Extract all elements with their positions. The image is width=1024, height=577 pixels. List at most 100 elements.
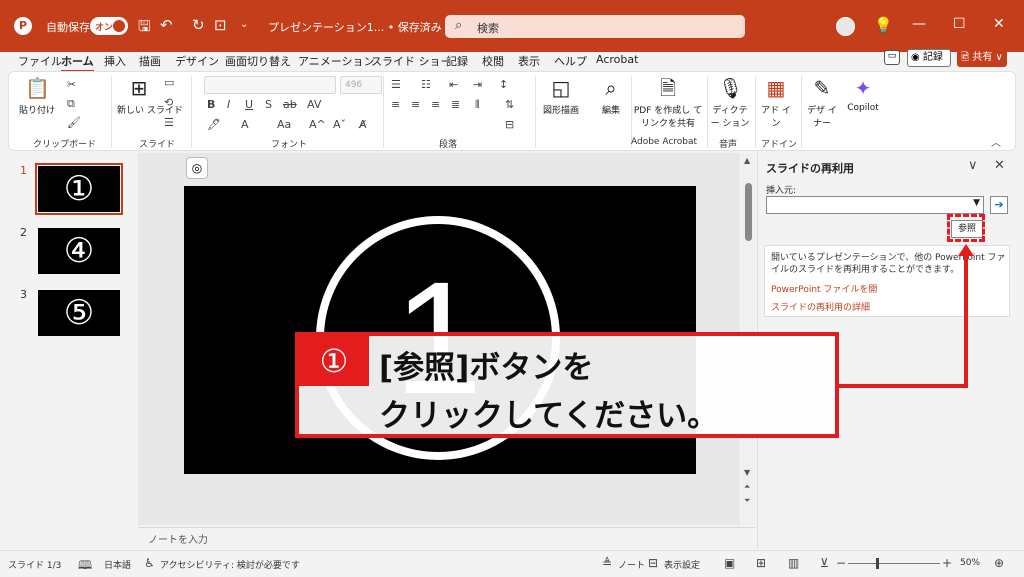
scrollbar-thumb[interactable] [745, 183, 752, 241]
dictate-button[interactable]: 🎙 ディクテー ション [709, 76, 751, 129]
share-button[interactable]: 🖻 共有 ∨ [957, 49, 1007, 67]
display-settings-icon[interactable]: ⊟ [648, 556, 658, 570]
close-icon[interactable]: ✕ [993, 16, 1005, 32]
format-painter-icon[interactable]: 🖌 [67, 116, 81, 129]
reset-icon[interactable]: ⟲ [164, 96, 173, 109]
lightbulb-icon[interactable]: 💡 [874, 16, 893, 34]
addins-button[interactable]: ▦ アド イン [759, 76, 793, 129]
customize-qat-icon[interactable]: ⌄ [240, 19, 248, 30]
tab-slideshow[interactable]: スライド ショー [371, 53, 452, 69]
tab-review[interactable]: 校閲 [482, 53, 504, 69]
accessibility-status[interactable]: アクセシビリティ: 検討が必要です [160, 558, 300, 571]
scroll-down-icon[interactable]: ▼ [744, 468, 750, 477]
edit-button[interactable]: ⌕ 編集 [593, 76, 629, 116]
tab-animations[interactable]: アニメーション [298, 53, 375, 69]
comments-icon[interactable]: ▭ [884, 50, 900, 65]
tab-view[interactable]: 表示 [518, 53, 540, 69]
document-title[interactable]: プレゼンテーション1... • 保存済み ∨ [268, 19, 453, 35]
slide-thumbnail-1[interactable]: ① [35, 163, 123, 215]
reading-view-icon[interactable]: ▥ [788, 556, 799, 570]
new-slide-button[interactable]: ⊞ 新しい スライド [117, 76, 183, 116]
change-case-icon[interactable]: Aa [277, 118, 291, 131]
accessibility-icon[interactable]: ♿ [144, 556, 155, 570]
save-icon[interactable]: 🖫 [138, 16, 151, 41]
present-icon[interactable]: ⊡ [214, 16, 227, 34]
underline-icon[interactable]: U [245, 98, 253, 111]
minimize-icon[interactable]: — [912, 16, 926, 32]
slide-thumbnail-2[interactable]: ④ [38, 228, 120, 274]
create-pdf-button[interactable]: 🗎 PDF を作成し てリンクを共有 [633, 76, 703, 129]
numbering-icon[interactable]: ☷ [421, 78, 431, 91]
designer-button[interactable]: ✎ デザ イナー [805, 76, 839, 129]
collapse-ribbon-icon[interactable]: ︿ [991, 134, 1001, 149]
open-powerpoint-file-link[interactable]: PowerPoint ファイルを開 [771, 282, 877, 295]
zoom-slider[interactable] [848, 563, 940, 564]
insert-from-select[interactable]: ▼ [766, 196, 984, 214]
pane-close-icon[interactable]: ✕ [994, 158, 1005, 173]
zoom-slider-handle[interactable] [876, 558, 879, 569]
bullets-icon[interactable]: ☰ [391, 78, 401, 91]
go-arrow-button[interactable]: ➔ [990, 196, 1008, 214]
language-label[interactable]: 日本語 [104, 558, 131, 571]
normal-view-icon[interactable]: ▣ [724, 556, 735, 570]
font-color-icon[interactable]: A [241, 118, 249, 131]
tab-help[interactable]: ヘルプ [554, 53, 587, 69]
tab-record[interactable]: 記録 [446, 53, 468, 69]
cut-icon[interactable]: ✂ [67, 78, 76, 91]
tab-insert[interactable]: 挿入 [104, 53, 126, 69]
slide-sorter-icon[interactable]: ⊞ [756, 556, 766, 570]
font-name-select[interactable] [204, 76, 336, 94]
scroll-up-icon[interactable]: ▲ [744, 156, 750, 165]
fit-to-window-icon[interactable]: ⊕ [994, 556, 1004, 570]
shadow-icon[interactable]: S [265, 98, 272, 111]
line-spacing-icon[interactable]: ↕ [499, 78, 508, 91]
notes-icon[interactable]: ≜ [602, 556, 612, 570]
highlight-icon[interactable]: 🖊 [207, 118, 221, 131]
slide-thumbnail-3[interactable]: ⑤ [38, 290, 120, 336]
tab-design[interactable]: デザイン [175, 53, 219, 69]
next-slide-icon[interactable]: ⏷ [744, 496, 750, 506]
zoom-level[interactable]: 50% [960, 558, 980, 568]
decrease-indent-icon[interactable]: ⇤ [449, 78, 458, 91]
pane-options-icon[interactable]: ∨ [968, 158, 978, 173]
notes-toggle[interactable]: ノート [618, 558, 645, 571]
copy-icon[interactable]: ⧉ [67, 97, 75, 111]
grow-font-icon[interactable]: A^ [309, 118, 326, 131]
align-text-icon[interactable]: ⊟ [505, 118, 514, 131]
zoom-in-icon[interactable]: + [942, 556, 952, 570]
record-button[interactable]: ◉ 記録 [907, 49, 951, 67]
maximize-icon[interactable]: ☐ [953, 16, 966, 32]
shapes-button[interactable]: ◱ 図形描画 [539, 76, 583, 116]
slideshow-icon[interactable]: ⊻ [820, 556, 829, 570]
tab-acrobat[interactable]: Acrobat [596, 53, 638, 66]
autosave-toggle[interactable]: オン [90, 17, 128, 35]
align-center-icon[interactable]: ≡ [411, 98, 420, 111]
previous-slide-icon[interactable]: ⏶ [744, 482, 750, 492]
layout-icon[interactable]: ▭ [164, 76, 174, 89]
display-settings-button[interactable]: 表示設定 [664, 558, 700, 571]
text-direction-icon[interactable]: ⇅ [505, 98, 514, 111]
zoom-out-icon[interactable]: − [836, 556, 846, 570]
copilot-slide-icon[interactable]: ◎ [186, 157, 208, 179]
section-icon[interactable]: ☰ [164, 116, 174, 129]
redo-icon[interactable]: ↻ [192, 16, 205, 34]
increase-indent-icon[interactable]: ⇥ [473, 78, 482, 91]
tab-home[interactable]: ホーム [61, 53, 94, 72]
char-spacing-icon[interactable]: AV [307, 98, 321, 111]
avatar[interactable] [836, 17, 855, 36]
spelling-icon[interactable]: 🕮 [78, 556, 92, 577]
tab-file[interactable]: ファイル [18, 53, 62, 69]
clear-format-icon[interactable]: A̸ [359, 118, 367, 131]
tab-draw[interactable]: 描画 [139, 53, 161, 69]
bold-icon[interactable]: B [207, 98, 215, 111]
columns-icon[interactable]: ⫴ [475, 98, 480, 112]
align-left-icon[interactable]: ≡ [391, 98, 400, 111]
paste-button[interactable]: 📋 貼り付け [17, 76, 57, 116]
italic-icon[interactable]: I [227, 98, 230, 111]
tab-transitions[interactable]: 画面切り替え [225, 53, 291, 69]
align-right-icon[interactable]: ≡ [431, 98, 440, 111]
notes-area[interactable]: ノートを入力 [138, 527, 755, 547]
copilot-button[interactable]: ✦ Copilot [843, 76, 883, 113]
undo-icon[interactable]: ↶ [160, 16, 173, 34]
reuse-details-link[interactable]: スライドの再利用の詳細 [771, 300, 870, 313]
